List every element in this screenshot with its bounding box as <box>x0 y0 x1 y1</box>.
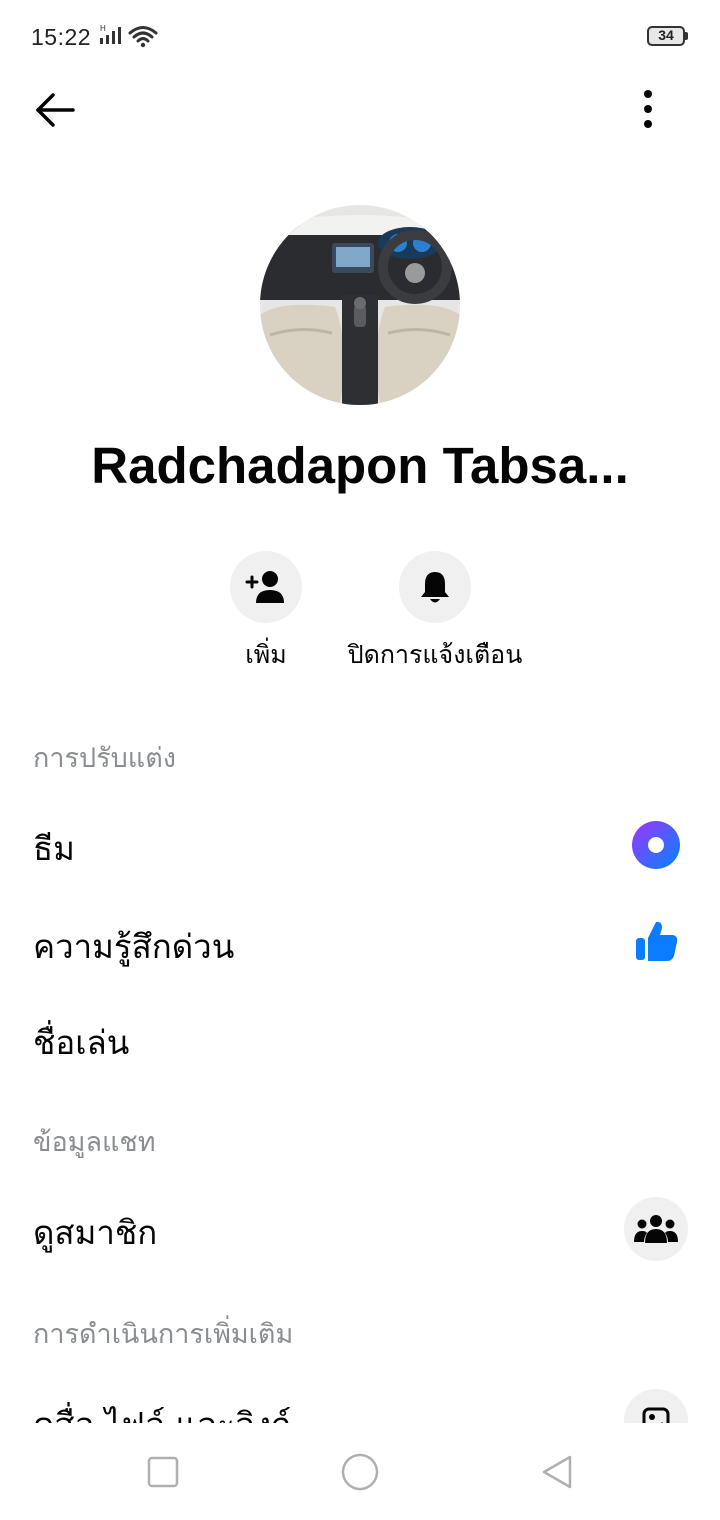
add-person-circle[interactable] <box>230 551 302 623</box>
add-person-label: เพิ่ม <box>245 640 287 669</box>
view-members-icon-circle <box>624 1197 688 1261</box>
svg-text:H: H <box>100 24 106 33</box>
more-options-button[interactable] <box>624 84 672 136</box>
contact-name: Radchadapon Tabsa... <box>91 437 629 494</box>
section-customize-title: การปรับแต่ง <box>33 743 176 774</box>
cellular-signal-icon: H <box>100 24 121 44</box>
status-time: 15:22 <box>31 24 92 50</box>
more-vertical-icon <box>644 90 652 128</box>
battery-icon: 34 <box>647 26 689 48</box>
home-icon[interactable] <box>341 1453 379 1491</box>
thumbs-up-icon <box>636 921 678 961</box>
quick-reaction-label: ความรู้สึกด่วน <box>33 927 235 966</box>
car-interior-photo <box>260 205 460 405</box>
theme-circle-icon <box>632 821 680 869</box>
back-button[interactable] <box>28 84 80 136</box>
mute-notifications-label: ปิดการแจ้งเตือน <box>347 640 523 669</box>
system-navigation-bar <box>0 1423 720 1520</box>
add-person-button[interactable]: เพิ่ม <box>229 551 303 675</box>
back-nav-icon[interactable] <box>540 1454 574 1490</box>
mute-notifications-circle[interactable] <box>399 551 471 623</box>
back-arrow-icon <box>36 93 75 127</box>
bell-icon <box>421 572 449 603</box>
nickname-label: ชื่อเล่น <box>33 1023 130 1062</box>
status-bar: 15:22 H 34 <box>0 0 720 72</box>
avatar[interactable] <box>260 205 460 405</box>
wifi-icon <box>128 26 158 48</box>
theme-label: ธีม <box>33 829 75 868</box>
row-view-members[interactable]: ดูสมาชิก <box>0 1184 720 1274</box>
mute-notifications-button[interactable]: ปิดการแจ้งเตือน <box>340 551 530 675</box>
row-nickname[interactable]: ชื่อเล่น <box>0 994 720 1084</box>
battery-level: 34 <box>658 27 674 43</box>
group-icon <box>634 1215 678 1243</box>
row-theme[interactable]: ธีม <box>0 800 720 890</box>
view-members-label: ดูสมาชิก <box>33 1213 158 1252</box>
recent-apps-icon[interactable] <box>147 1456 179 1488</box>
section-more-actions-title: การดำเนินการเพิ่มเติม <box>33 1319 294 1350</box>
section-chat-info-title: ข้อมูลแชท <box>33 1127 156 1158</box>
add-person-icon <box>245 571 284 603</box>
row-quick-reaction[interactable]: ความรู้สึกด่วน <box>0 898 720 988</box>
